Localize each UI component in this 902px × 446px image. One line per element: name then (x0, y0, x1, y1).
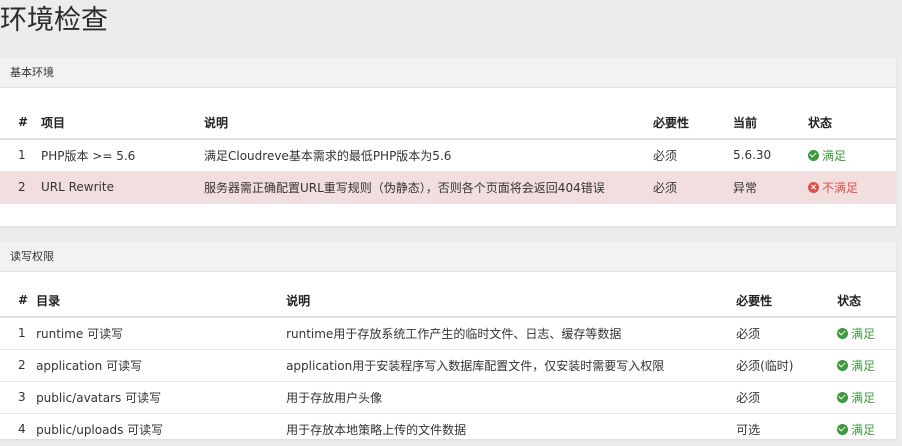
col-header-current: 当前 (725, 106, 800, 140)
row-required: 必须 (728, 317, 830, 350)
col-header-dir: 目录 (28, 284, 279, 318)
env-table-header-row: # 项目 说明 必要性 当前 状态 (0, 106, 896, 140)
check-circle-icon (808, 149, 819, 161)
env-check-panel-title: 基本环境 (0, 58, 896, 88)
table-row: 3 public/avatars 可读写 用于存放用户头像 必须 满足 (0, 381, 896, 414)
status-label: 满足 (851, 390, 876, 405)
col-header-desc: 说明 (196, 106, 645, 140)
row-current: 5.6.30 (725, 139, 800, 172)
row-num: 1 (0, 317, 29, 350)
col-header-num: # (0, 106, 33, 140)
status-cell: 不满足 (800, 171, 896, 204)
page-title: 环境检查 (0, 5, 108, 36)
row-dir: public/uploads 可读写 (28, 413, 279, 446)
col-header-num: # (0, 284, 29, 318)
row-num: 1 (0, 139, 33, 172)
table-row: 2 URL Rewrite 服务器需正确配置URL重写规则（伪静态），否则各个页… (0, 171, 896, 204)
col-header-desc: 说明 (278, 284, 729, 318)
status-cell: 满足 (829, 413, 896, 446)
table-row: 1 PHP版本 >= 5.6 满足Cloudreve基本需求的最低PHP版本为5… (0, 139, 896, 172)
status-label: 不满足 (822, 180, 859, 195)
table-row: 1 runtime 可读写 runtime用于存放系统工作产生的临时文件、日志、… (0, 317, 896, 350)
row-num: 2 (0, 171, 33, 204)
row-item: PHP版本 >= 5.6 (33, 139, 196, 172)
status-label: 满足 (851, 358, 876, 373)
status-cell: 满足 (829, 381, 896, 414)
status-label: 满足 (851, 326, 876, 341)
status-label: 满足 (851, 422, 876, 437)
check-circle-icon (837, 423, 849, 435)
col-header-required: 必要性 (645, 106, 725, 140)
table-row: 4 public/uploads 可读写 用于存放本地策略上传的文件数据 可选 … (0, 413, 896, 446)
status-cell: 满足 (800, 139, 896, 172)
status-cell: 满足 (829, 317, 896, 350)
col-header-status: 状态 (800, 106, 896, 140)
row-num: 3 (0, 381, 29, 414)
row-required: 可选 (728, 413, 830, 446)
row-desc: application用于安装程序写入数据库配置文件，仅安装时需要写入权限 (278, 349, 729, 382)
row-dir: runtime 可读写 (28, 317, 279, 350)
permission-check-panel: 读写权限 # 目录 说明 必要性 状态 1 runtime 可读写 runtim… (0, 242, 896, 446)
env-check-table: # 项目 说明 必要性 当前 状态 1 PHP版本 >= 5.6 满足Cloud… (0, 106, 896, 204)
permission-check-panel-title: 读写权限 (0, 242, 896, 272)
col-header-required: 必要性 (728, 284, 830, 318)
row-dir: public/avatars 可读写 (28, 381, 279, 414)
col-header-status: 状态 (829, 284, 896, 318)
row-required: 必须 (645, 171, 725, 204)
env-check-panel: 基本环境 # 项目 说明 必要性 当前 状态 1 PHP版本 >= 5.6 满足… (0, 58, 896, 226)
check-circle-icon (837, 327, 849, 339)
table-row: 2 application 可读写 application用于安装程序写入数据库… (0, 349, 896, 382)
permission-check-table: # 目录 说明 必要性 状态 1 runtime 可读写 runtime用于存放… (0, 284, 896, 446)
row-item: URL Rewrite (33, 171, 196, 204)
row-required: 必须 (728, 381, 830, 414)
row-desc: runtime用于存放系统工作产生的临时文件、日志、缓存等数据 (278, 317, 729, 350)
status-cell: 满足 (829, 349, 896, 382)
perm-table-header-row: # 目录 说明 必要性 状态 (0, 284, 896, 318)
row-desc: 服务器需正确配置URL重写规则（伪静态），否则各个页面将会返回404错误 (196, 171, 645, 204)
row-desc: 满足Cloudreve基本需求的最低PHP版本为5.6 (196, 139, 645, 172)
check-circle-icon (837, 391, 849, 403)
row-desc: 用于存放用户头像 (278, 381, 729, 414)
row-dir: application 可读写 (28, 349, 279, 382)
col-header-item: 项目 (33, 106, 196, 140)
row-required: 必须(临时) (728, 349, 830, 382)
row-num: 4 (0, 413, 29, 446)
row-num: 2 (0, 349, 29, 382)
row-required: 必须 (645, 139, 725, 172)
row-current: 异常 (725, 171, 800, 204)
check-circle-icon (837, 359, 849, 371)
times-circle-icon (808, 181, 819, 193)
row-desc: 用于存放本地策略上传的文件数据 (278, 413, 729, 446)
status-label: 满足 (822, 148, 847, 163)
